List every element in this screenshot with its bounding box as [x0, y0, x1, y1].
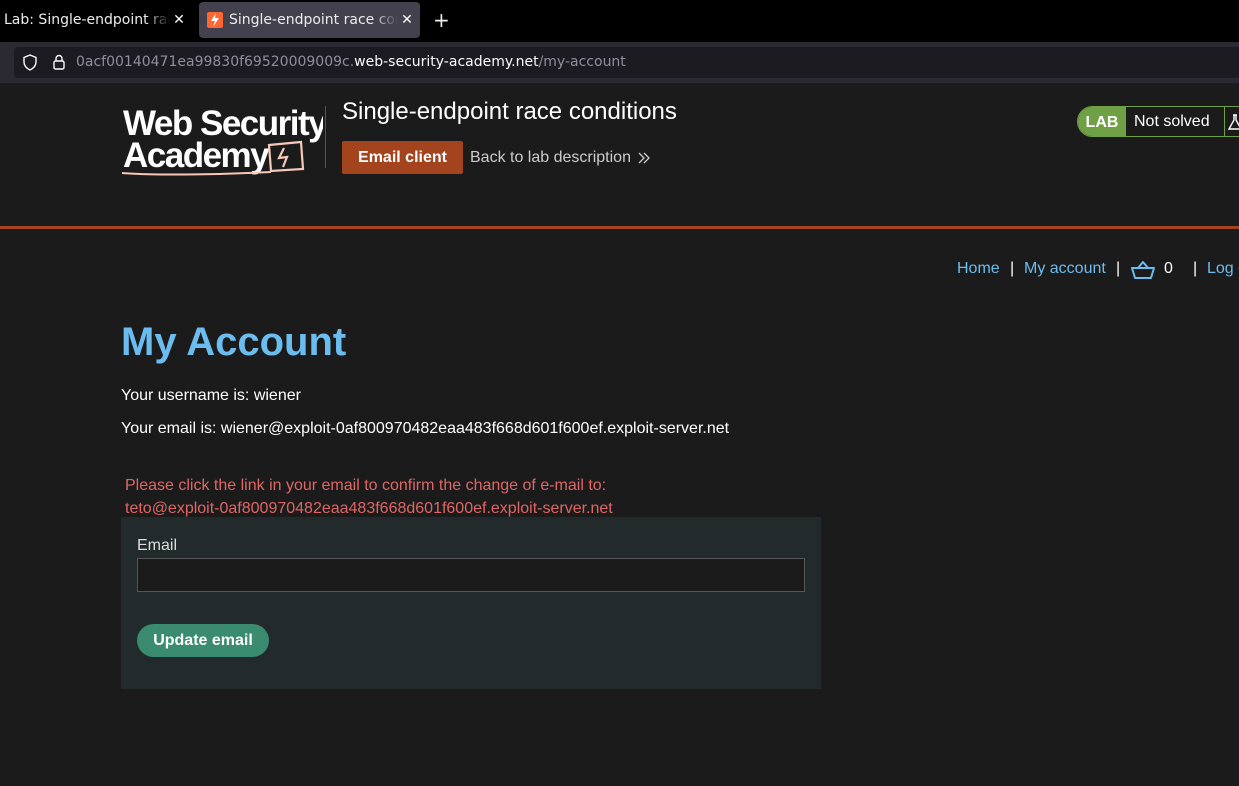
- browser-toolbar: 0acf00140471ea99830f69520009009c.web-sec…: [0, 42, 1239, 83]
- url-host: web-security-academy.net: [354, 54, 539, 70]
- header-divider: [325, 106, 326, 168]
- cart-count: 0: [1164, 260, 1173, 277]
- browser-tab-lab[interactable]: Lab: Single-endpoint race conditions ✕: [0, 2, 192, 38]
- close-tab-icon[interactable]: ✕: [398, 12, 416, 28]
- page-title: My Account: [121, 320, 347, 364]
- nav-home-link[interactable]: Home: [957, 260, 1000, 278]
- notice-line: Please click the link in your email to c…: [125, 477, 607, 494]
- url-text[interactable]: 0acf00140471ea99830f69520009009c.web-sec…: [76, 54, 626, 70]
- email-input[interactable]: [137, 558, 805, 592]
- shield-icon[interactable]: [22, 54, 38, 71]
- nav-separator: |: [1116, 260, 1121, 277]
- back-link-label: Back to lab description: [470, 149, 631, 166]
- address-bar[interactable]: 0acf00140471ea99830f69520009009c.web-sec…: [14, 47, 1239, 78]
- back-to-lab-description-link[interactable]: Back to lab description: [470, 149, 651, 167]
- cart-icon[interactable]: [1131, 260, 1155, 280]
- close-tab-icon[interactable]: ✕: [170, 12, 188, 28]
- lab-status-text: Not solved: [1126, 107, 1225, 136]
- browser-tab-active[interactable]: Single-endpoint race conditions ✕: [199, 2, 420, 38]
- tab-title: Lab: Single-endpoint race conditions: [4, 12, 170, 28]
- email-label: Email: [137, 537, 178, 554]
- nav-separator: |: [1193, 260, 1198, 277]
- username-line: Your username is: wiener: [121, 387, 301, 404]
- lock-icon[interactable]: [52, 54, 66, 71]
- email-client-button[interactable]: Email client: [342, 141, 463, 174]
- lab-header: Web Security Academy Single-endpoint rac…: [0, 83, 1239, 229]
- web-security-academy-logo[interactable]: Web Security Academy: [121, 103, 323, 178]
- lab-status-tag: LAB: [1078, 107, 1126, 136]
- flask-icon: [1225, 107, 1239, 136]
- nav-separator: |: [1010, 260, 1015, 277]
- lab-status-widget: LAB Not solved: [1077, 106, 1239, 137]
- lab-title: Single-endpoint race conditions: [342, 98, 677, 125]
- url-path: /my-account: [538, 54, 626, 70]
- nav-logout-link[interactable]: Log out: [1207, 260, 1239, 278]
- url-subdomain: 0acf00140471ea99830f69520009009c.: [76, 54, 355, 70]
- double-chevron-right-icon: [638, 152, 650, 164]
- change-email-form: Email Update email: [121, 517, 821, 689]
- browser-tab-bar: Lab: Single-endpoint race conditions ✕ S…: [0, 0, 1239, 42]
- portswigger-favicon-icon: [207, 12, 223, 28]
- nav-my-account-link[interactable]: My account: [1024, 260, 1106, 278]
- email-line: Your email is: wiener@exploit-0af8009704…: [121, 420, 730, 437]
- tab-title: Single-endpoint race conditions: [229, 12, 398, 28]
- logo-line2: Academy: [123, 136, 270, 175]
- email-change-notice: Please click the link in your email to c…: [125, 474, 613, 520]
- new-tab-button[interactable]: +: [433, 10, 450, 30]
- update-email-button[interactable]: Update email: [137, 624, 269, 657]
